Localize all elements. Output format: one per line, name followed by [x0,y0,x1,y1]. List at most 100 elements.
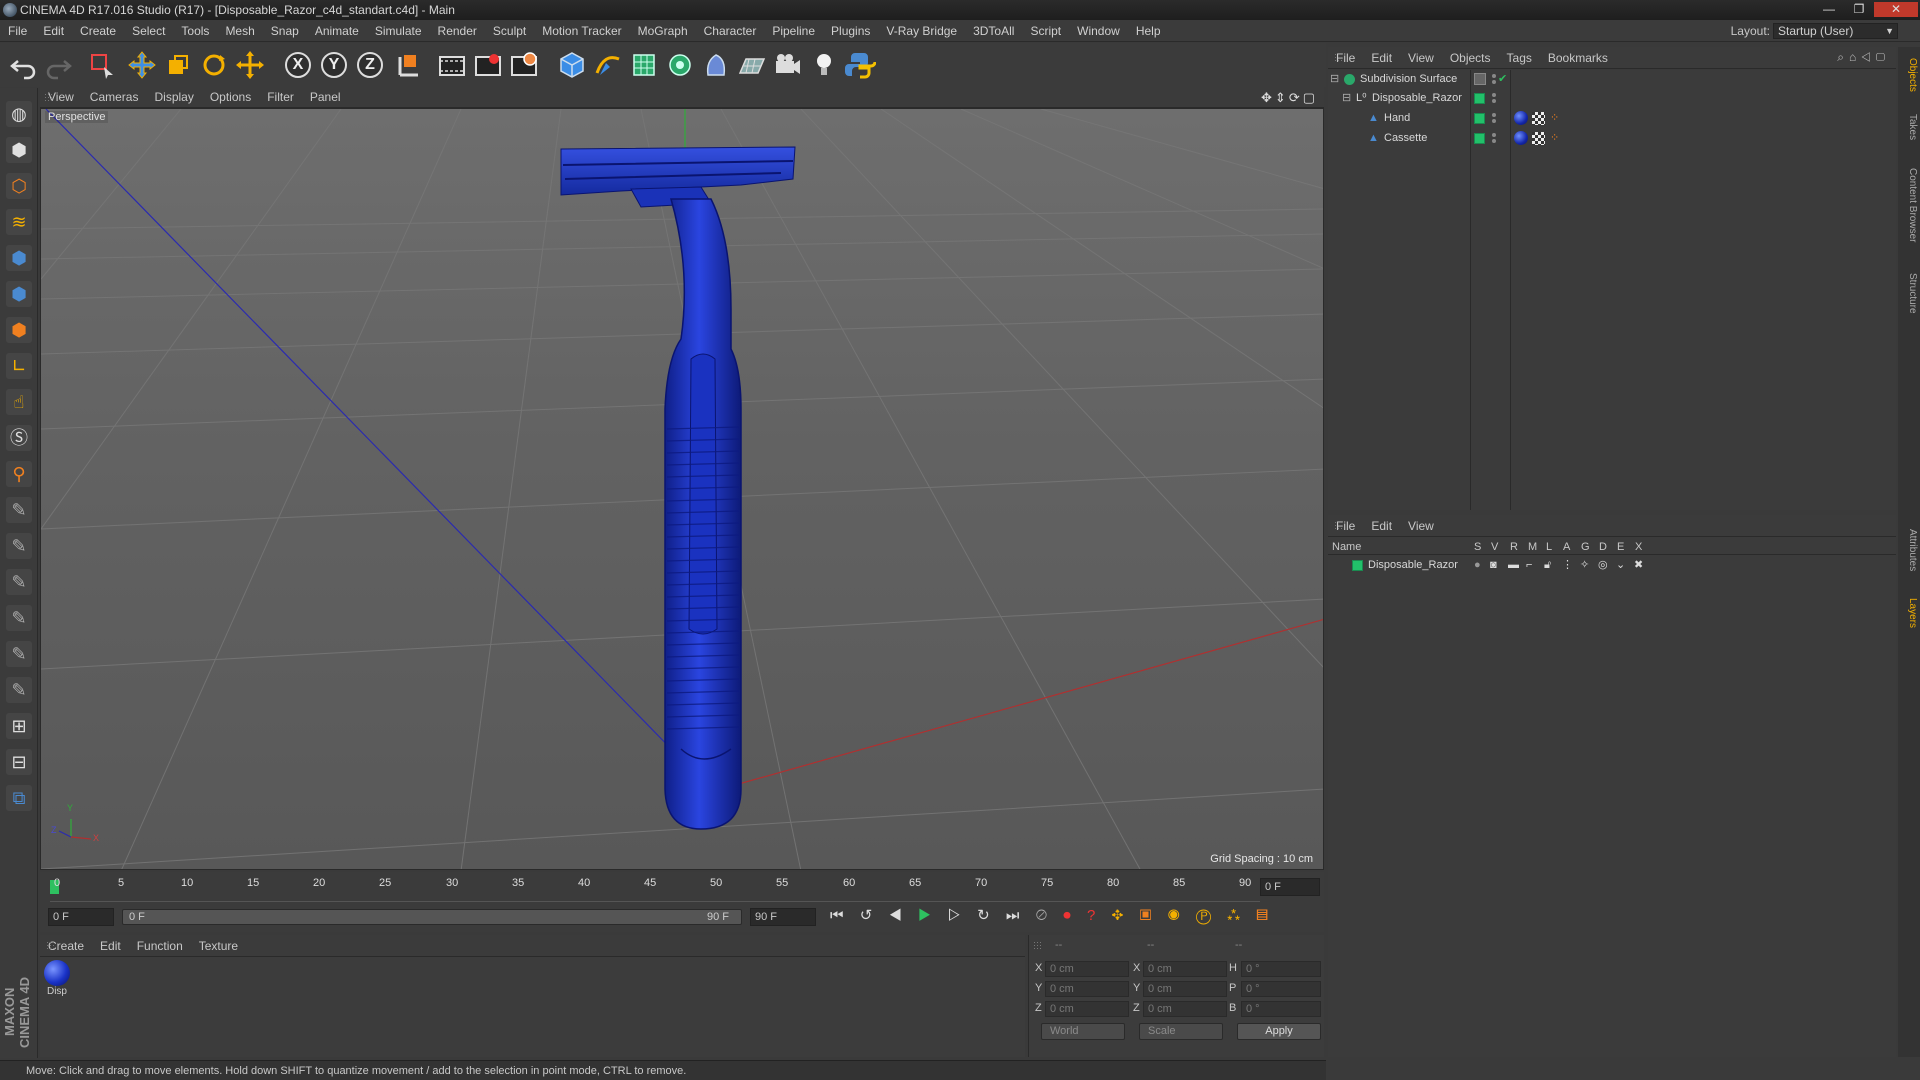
layout-dropdown[interactable]: Startup (User) ▼ [1773,23,1898,39]
key-pla-icon[interactable]: ⁂ [1227,907,1246,924]
pos-x-field[interactable]: 0 cm [1045,961,1129,977]
go-to-start-icon[interactable]: ⏮ [830,907,850,924]
menu-edit[interactable]: Edit [35,20,72,42]
material-menu-edit[interactable]: Edit [92,935,129,957]
previous-key-icon[interactable]: ↺ [860,907,879,924]
column-generators[interactable]: G [1581,541,1590,553]
deformer-icon[interactable] [700,49,732,81]
solo-icon[interactable]: Ⓢ [3,422,35,454]
subdivision-icon[interactable] [628,49,660,81]
material-menu-texture[interactable]: Texture [191,935,246,957]
deformers-toggle-icon[interactable]: ◎ [1598,556,1608,575]
rot-b-field[interactable]: 0 ° [1241,1001,1321,1017]
tab-attributes[interactable]: Attributes [1900,517,1918,583]
layer-slot-icon[interactable] [1474,73,1486,85]
keyframe-selection-icon[interactable]: ? [1087,907,1101,924]
viewport-menu-display[interactable]: Display [146,87,201,108]
go-to-end-icon[interactable]: ⏭ [1006,907,1026,924]
layer-color-swatch[interactable] [1474,133,1485,144]
column-view[interactable]: V [1491,541,1498,553]
undo-icon[interactable] [8,49,40,81]
record-keys-icon[interactable]: ⊘ [1036,907,1054,924]
xref-toggle-icon[interactable]: ✖ [1634,556,1643,575]
cube-icon[interactable] [556,49,588,81]
menu-file[interactable]: File [0,20,35,42]
timeline-window-icon[interactable]: ▤ [1256,907,1274,924]
points-mode-icon[interactable]: ⬢ [3,242,35,274]
visibility-dots-icon[interactable] [1492,93,1496,104]
collapse-icon[interactable]: ⊟ [1342,89,1351,108]
menu-character[interactable]: Character [696,20,765,42]
size-y-field[interactable]: 0 cm [1143,981,1227,997]
sculpt-pull-icon[interactable]: ✎ [3,530,35,562]
snap-icon[interactable]: ⚲ [3,458,35,490]
column-render[interactable]: R [1510,541,1518,553]
object-row-subdivision-surface[interactable]: ⊟ Subdivision Surface ✔ [1328,70,1896,89]
tab-content-browser[interactable]: Content Browser [1900,155,1918,255]
panel-gripper-icon[interactable] [1334,521,1344,531]
apply-button[interactable]: Apply [1237,1023,1321,1040]
pos-y-field[interactable]: 0 cm [1045,981,1129,997]
object-row-disposable-razor[interactable]: ⊟ L⁰ Disposable_Razor [1328,89,1896,108]
planar-workplane-icon[interactable]: ⊟ [3,746,35,778]
column-manager[interactable]: M [1528,541,1537,553]
selection-tag-icon[interactable]: ⁘ [1550,109,1559,128]
collapse-icon[interactable]: ⊟ [1330,70,1339,89]
viewport-menu-options[interactable]: Options [202,87,259,108]
menu-create[interactable]: Create [72,20,124,42]
menu-vray-bridge[interactable]: V-Ray Bridge [878,20,965,42]
viewport-menu-cameras[interactable]: Cameras [82,87,147,108]
previous-frame-icon[interactable]: ◀ [888,907,907,924]
tab-layers[interactable]: Layers [1900,591,1918,635]
manager-toggle-icon[interactable]: ⌐ [1526,556,1532,575]
menu-render[interactable]: Render [430,20,485,42]
polygons-mode-icon[interactable]: ⬢ [3,314,35,346]
3d-viewport[interactable]: Y Z X Perspective Grid Spacing : 10 cm [40,108,1324,870]
object-menu-edit[interactable]: Edit [1363,47,1400,69]
render-view-icon[interactable] [436,49,468,81]
panel-gripper-icon[interactable] [1334,53,1344,63]
x-axis-lock-button[interactable]: X [282,49,314,81]
menu-pipeline[interactable]: Pipeline [764,20,823,42]
expressions-toggle-icon[interactable]: ⌄ [1616,556,1625,575]
object-manager-tools-icons[interactable]: ⌕⌂◁▢ [1837,50,1890,65]
minimize-button[interactable]: — [1816,2,1842,17]
live-selection-icon[interactable] [86,49,118,81]
make-editable-icon[interactable]: ◍ [3,98,35,130]
size-mode-dropdown[interactable]: Scale [1139,1023,1223,1040]
column-locked[interactable]: L [1546,541,1552,553]
layer-color-swatch[interactable] [1474,113,1485,124]
viewport-menu-filter[interactable]: Filter [259,87,302,108]
layer-row-disposable-razor[interactable]: Disposable_Razor ● ◙ ▬ ⌐ 🔓︎ ⋮ ✧ ◎ ⌄ ✖ [1328,556,1896,575]
menu-3dtoall[interactable]: 3DToAll [965,20,1022,42]
sculpt-inflate-icon[interactable]: ✎ [3,602,35,634]
material-tag-icon[interactable] [1514,111,1528,125]
rot-h-field[interactable]: 0 ° [1241,961,1321,977]
enabled-check-icon[interactable]: ✔ [1498,70,1507,89]
object-menu-objects[interactable]: Objects [1442,47,1499,69]
menu-sculpt[interactable]: Sculpt [485,20,534,42]
tab-structure[interactable]: Structure [1900,263,1918,323]
maximize-button[interactable]: ❐ [1846,2,1872,17]
render-picture-viewer-icon[interactable] [472,49,504,81]
object-menu-bookmarks[interactable]: Bookmarks [1540,47,1616,69]
layer-color-swatch[interactable] [1352,560,1363,571]
visibility-dots-icon[interactable] [1492,74,1496,85]
cloner-icon[interactable] [664,49,696,81]
size-x-field[interactable]: 0 cm [1143,961,1227,977]
edges-mode-icon[interactable]: ⬢ [3,278,35,310]
column-animation[interactable]: A [1563,541,1570,553]
menu-help[interactable]: Help [1128,20,1169,42]
rotate-icon[interactable] [198,49,230,81]
size-z-field[interactable]: 0 cm [1143,1001,1227,1017]
move-icon[interactable] [126,49,158,81]
panel-gripper-icon[interactable] [46,941,56,951]
rot-p-field[interactable]: 0 ° [1241,981,1321,997]
uvw-tag-icon[interactable] [1532,112,1545,125]
animation-toggle-icon[interactable]: ⋮ [1562,556,1573,575]
enable-axis-icon[interactable]: ∟ [3,350,35,382]
pen-spline-icon[interactable] [592,49,624,81]
redo-icon[interactable] [42,49,74,81]
panel-gripper-icon[interactable] [1033,941,1043,951]
light-icon[interactable] [808,49,840,81]
